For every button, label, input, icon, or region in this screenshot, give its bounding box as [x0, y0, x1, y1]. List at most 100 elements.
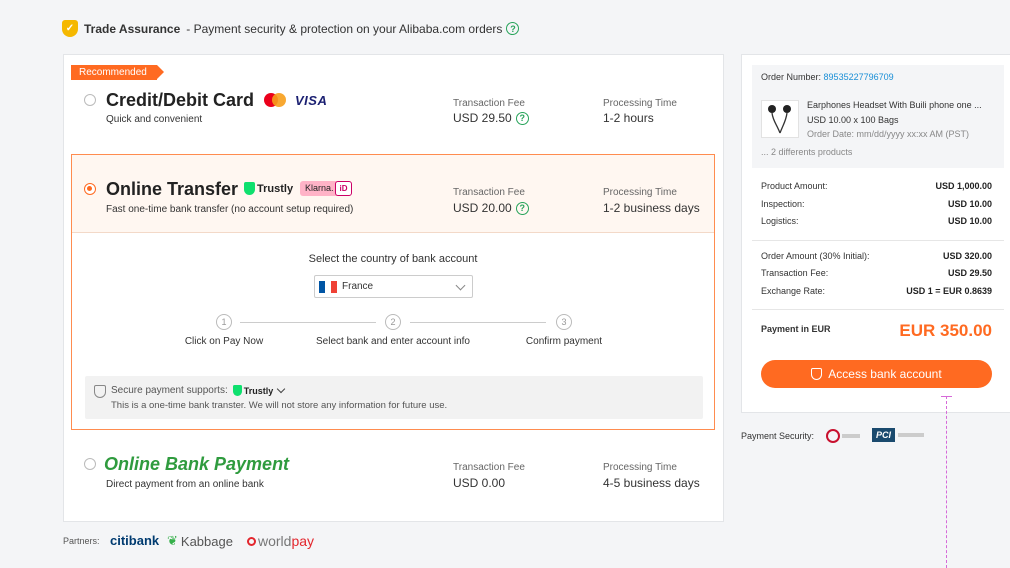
worldpay-text-b: pay: [291, 533, 315, 549]
online-bank-title[interactable]: Online Bank Payment: [104, 454, 289, 475]
more-products-link[interactable]: ... 2 differents products: [761, 147, 852, 157]
guide-line: [946, 396, 947, 568]
visa-icon: VISA: [295, 93, 328, 108]
earphones-image: [768, 105, 791, 134]
kabbage-text: Kabbage: [180, 533, 233, 549]
transfer-time-label: Processing Time: [603, 187, 677, 198]
payment-eur-label: Payment in EUR: [761, 324, 831, 334]
step-1-circle: 1: [216, 314, 232, 330]
summary-value: USD 10.00: [947, 216, 992, 226]
trustly-logo: Trustly: [244, 182, 293, 195]
chevron-down-icon: [277, 384, 286, 394]
trustly-text: Trustly: [257, 182, 294, 195]
divider: [752, 309, 1004, 310]
summary-value: USD 320.00: [942, 251, 992, 261]
shield-icon: [94, 385, 106, 398]
worldpay-icon: [247, 536, 256, 546]
secure-brand: Trustly: [243, 385, 274, 396]
transfer-fee-help-icon[interactable]: ?: [515, 201, 529, 215]
secure-label: Secure payment supports:: [111, 385, 228, 396]
order-number: Order Number: 89535227796709: [761, 72, 894, 82]
transfer-fee-value: USD 20.00: [453, 201, 512, 215]
summary-label: Inspection:: [761, 199, 805, 209]
online-transfer-subtitle: Fast one-time bank transfer (no account …: [106, 204, 354, 215]
card-fee-help-icon[interactable]: ?: [515, 111, 529, 125]
step-connector: [410, 322, 546, 323]
summary-value: USD 1 = EUR 0.8639: [906, 286, 992, 296]
shield-check-icon: [811, 368, 823, 380]
step-3-label: Confirm payment: [525, 336, 603, 347]
order-number-label: Order Number:: [761, 72, 822, 82]
summary-label: Logistics:: [761, 216, 799, 226]
product-thumbnail[interactable]: [761, 100, 799, 138]
norton-badge: [826, 427, 862, 445]
norton-check-icon: [826, 429, 840, 443]
step-3-circle: 3: [556, 314, 572, 330]
ideal-logo: iD: [335, 181, 352, 196]
bank-fee-label: Transaction Fee: [453, 462, 525, 473]
divider: [752, 240, 1004, 241]
country-select[interactable]: France: [314, 275, 473, 298]
step-connector: [240, 322, 376, 323]
payment-security-label: Payment Security:: [741, 431, 815, 441]
online-bank-radio[interactable]: [84, 458, 96, 470]
pci-logo: PCI: [872, 428, 896, 442]
france-flag-icon: [319, 280, 337, 293]
trade-assurance-shield-icon: ✓: [62, 20, 78, 37]
online-bank-subtitle: Direct payment from an online bank: [106, 479, 264, 490]
summary-label: Order Amount (30% Initial):: [761, 251, 870, 261]
trustly-icon: [244, 182, 255, 195]
step-1-label: Click on Pay Now: [184, 336, 264, 347]
step-2-circle: 2: [385, 314, 401, 330]
partners-label: Partners:: [63, 536, 100, 546]
order-date: Order Date: mm/dd/yyyy xx:xx AM (PST): [807, 129, 970, 139]
norton-text-mark: [842, 434, 860, 438]
access-bank-account-button[interactable]: Access bank account: [761, 360, 992, 388]
trade-assurance-title: Trade Assurance: [84, 21, 181, 36]
kabbage-logo: ❦ Kabbage: [167, 533, 233, 549]
online-transfer-radio[interactable]: [84, 183, 96, 195]
step-2-label: Select bank and enter account info: [316, 336, 470, 347]
trustly-icon: [232, 385, 242, 396]
kabbage-leaf-icon: ❦: [167, 533, 178, 548]
pci-text-mark: [898, 433, 925, 437]
card-title[interactable]: Credit/Debit Card: [106, 90, 254, 111]
product-name[interactable]: Earphones Headset With Buili phone one .…: [807, 100, 997, 110]
secure-note: This is a one-time bank transter. We wil…: [111, 400, 448, 411]
country-value: France: [342, 281, 374, 292]
payment-eur-value: EUR 350.00: [899, 321, 992, 340]
klarna-logo: Klarna.: [300, 181, 339, 196]
bank-fee-value: USD 0.00: [453, 476, 506, 490]
worldpay-text-a: world: [258, 533, 292, 549]
mastercard-icon: [264, 93, 286, 107]
card-time-value: 1-2 hours: [603, 111, 654, 125]
secure-trustly-logo[interactable]: Trustly: [232, 384, 286, 396]
summary-label: Product Amount:: [761, 181, 828, 191]
online-transfer-title[interactable]: Online Transfer: [106, 179, 238, 200]
citibank-logo: citibank: [110, 533, 160, 548]
card-time-label: Processing Time: [603, 98, 677, 109]
card-fee-value: USD 29.50: [453, 111, 512, 125]
help-icon[interactable]: ?: [506, 22, 520, 35]
guide-tick: [941, 396, 952, 397]
product-qty: USD 10.00 x 100 Bags: [807, 115, 899, 125]
access-bank-account-label: Access bank account: [828, 367, 942, 381]
summary-value: USD 29.50: [947, 268, 992, 278]
card-radio[interactable]: [84, 94, 96, 106]
summary-label: Exchange Rate:: [761, 286, 826, 296]
transfer-fee-label: Transaction Fee: [453, 187, 525, 198]
secure-support-line: Secure payment supports: Trustly: [111, 384, 286, 396]
country-prompt: Select the country of bank account: [308, 253, 478, 265]
order-number-link[interactable]: 89535227796709: [824, 72, 894, 82]
transfer-time-value: 1-2 business days: [603, 201, 700, 215]
transfer-fee: USD 20.00 ?: [453, 201, 529, 215]
trade-assurance-bar: ✓ Trade Assurance - Payment security & p…: [62, 20, 520, 37]
trade-assurance-desc: - Payment security & protection on your …: [186, 21, 503, 36]
chevron-down-icon: [455, 280, 466, 291]
bank-time-value: 4-5 business days: [603, 476, 700, 490]
summary-label: Transaction Fee:: [761, 268, 829, 278]
secure-payment-box: [85, 376, 703, 419]
summary-value: USD 10.00: [947, 199, 992, 209]
card-fee: USD 29.50 ?: [453, 111, 529, 125]
recommended-badge: Recommended: [71, 65, 164, 80]
